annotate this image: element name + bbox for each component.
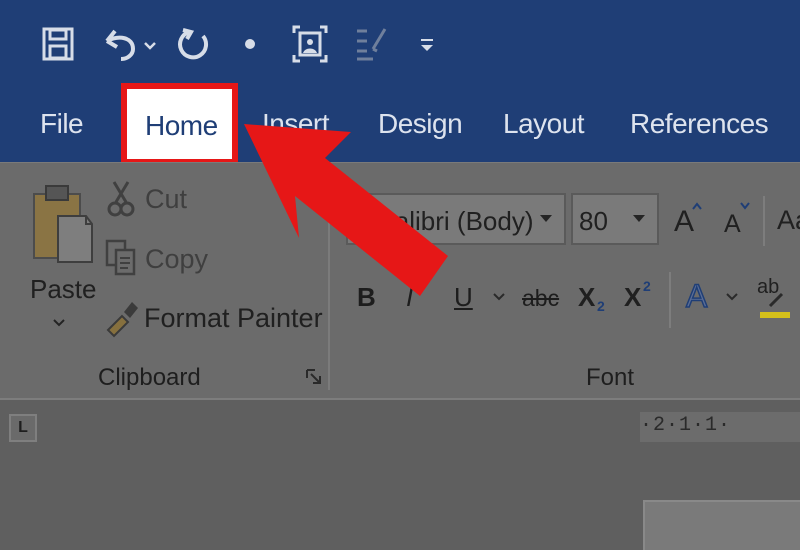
- annotation-layer: [244, 124, 448, 296]
- arrow-icon: [244, 124, 448, 296]
